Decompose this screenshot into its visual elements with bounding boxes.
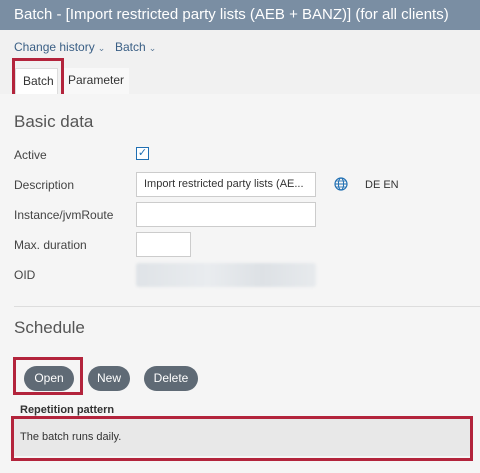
globe-icon[interactable] bbox=[334, 177, 348, 191]
new-button[interactable]: New bbox=[88, 366, 130, 391]
batch-menu[interactable]: Batch ⌄ bbox=[115, 40, 156, 54]
open-button[interactable]: Open bbox=[24, 366, 74, 391]
max-duration-label: Max. duration bbox=[14, 238, 87, 252]
batch-menu-label: Batch bbox=[115, 40, 146, 54]
repetition-pattern-box: The batch runs daily. bbox=[14, 418, 470, 456]
tab-parameter[interactable]: Parameter bbox=[61, 68, 129, 94]
delete-button[interactable]: Delete bbox=[144, 366, 198, 391]
active-label: Active bbox=[14, 148, 47, 162]
change-history-menu[interactable]: Change history ⌄ bbox=[14, 40, 105, 54]
active-checkbox[interactable]: ✓ bbox=[136, 147, 149, 160]
repetition-pattern-label: Repetition pattern bbox=[20, 404, 115, 416]
main-content: Basic data Active ✓ Description Import r… bbox=[0, 94, 480, 473]
chevron-down-icon: ⌄ bbox=[148, 43, 157, 53]
basic-data-heading: Basic data bbox=[14, 112, 94, 131]
description-label: Description bbox=[14, 178, 75, 192]
change-history-label: Change history bbox=[14, 40, 95, 54]
schedule-heading: Schedule bbox=[14, 318, 85, 337]
repetition-pattern-text: The batch runs daily. bbox=[20, 431, 122, 443]
oid-label: OID bbox=[14, 268, 36, 282]
tab-batch[interactable]: Batch bbox=[15, 68, 58, 94]
description-field[interactable]: Import restricted party lists (AE... bbox=[136, 172, 316, 197]
section-divider bbox=[14, 306, 480, 307]
menu-bar: Change history ⌄ Batch ⌄ Batch Parameter bbox=[0, 30, 480, 94]
instance-label: Instance/jvmRoute bbox=[14, 208, 114, 222]
window-title: Batch - [Import restricted party lists (… bbox=[0, 0, 480, 30]
instance-field[interactable] bbox=[136, 202, 316, 227]
max-duration-field[interactable] bbox=[136, 232, 191, 257]
chevron-down-icon: ⌄ bbox=[97, 43, 106, 53]
oid-value-redacted bbox=[136, 263, 316, 287]
language-codes[interactable]: DE EN bbox=[365, 179, 399, 191]
